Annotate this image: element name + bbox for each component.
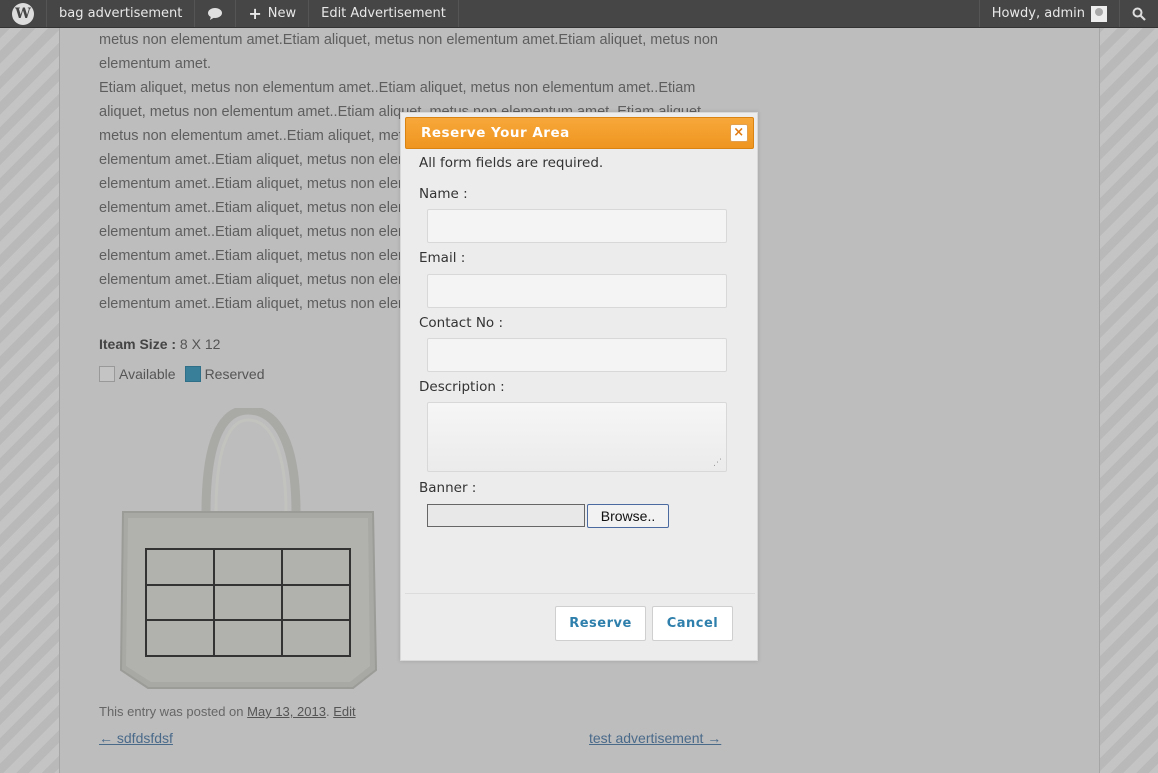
my-account-menu[interactable]: Howdy, admin <box>978 0 1119 27</box>
reserve-area-dialog: Reserve Your Area × All form fields are … <box>400 112 758 661</box>
wp-logo-menu[interactable]: W <box>0 0 47 27</box>
ad-area-cell[interactable] <box>282 584 350 621</box>
dialog-title: Reserve Your Area <box>421 125 570 141</box>
search-icon <box>1132 7 1146 21</box>
new-label: New <box>267 6 297 21</box>
availability-legend: Available Reserved <box>99 366 264 382</box>
dialog-header: Reserve Your Area × <box>405 117 754 149</box>
new-content-menu[interactable]: + New <box>236 0 310 27</box>
close-icon[interactable]: × <box>730 124 748 142</box>
item-size-value: 8 X 12 <box>179 336 221 352</box>
content-line: elementum amet. <box>99 56 212 72</box>
comment-bubble-icon <box>208 7 223 20</box>
dialog-divider <box>405 593 755 594</box>
ad-area-cell[interactable] <box>282 620 350 656</box>
previous-post-link[interactable]: ← sdfdsfdsf <box>99 730 173 746</box>
available-swatch <box>99 366 115 382</box>
available-label: Available <box>119 366 176 382</box>
ad-area-cell[interactable] <box>214 584 282 621</box>
email-label: Email : <box>419 250 466 266</box>
browse-button[interactable]: Browse.. <box>587 504 669 528</box>
name-field[interactable] <box>427 209 727 243</box>
contact-label: Contact No : <box>419 315 504 331</box>
posted-date-link[interactable]: May 13, 2013 <box>247 704 326 719</box>
content-line: metus non elementum amet.Etiam aliquet, … <box>99 32 718 48</box>
plus-icon: + <box>248 4 262 23</box>
ad-area-cell[interactable] <box>146 584 214 621</box>
greeting-text: Howdy, admin <box>991 6 1085 21</box>
ad-area-cell[interactable] <box>214 620 282 656</box>
wordpress-logo-icon: W <box>12 2 34 25</box>
contact-field[interactable] <box>427 338 727 372</box>
site-name-link[interactable]: bag advertisement <box>47 0 196 27</box>
search-button[interactable] <box>1119 0 1158 27</box>
email-field[interactable] <box>427 274 727 308</box>
reserve-button[interactable]: Reserve <box>555 606 646 641</box>
cancel-button[interactable]: Cancel <box>652 606 733 641</box>
content-line: Etiam aliquet, metus non elementum amet.… <box>99 80 696 96</box>
post-meta: This entry was posted on May 13, 2013. E… <box>99 704 356 719</box>
item-size-label: Iteam Size : <box>99 336 177 352</box>
ad-area-cell[interactable] <box>282 549 350 585</box>
banner-label: Banner : <box>419 480 477 496</box>
banner-file-path[interactable] <box>427 504 585 527</box>
required-note: All form fields are required. <box>419 155 604 171</box>
ad-area-grid <box>145 548 351 657</box>
ad-area-cell[interactable] <box>146 549 214 585</box>
description-textarea[interactable]: ⋰ <box>427 402 727 472</box>
edit-advertisement-link[interactable]: Edit Advertisement <box>309 0 459 27</box>
resize-handle-icon[interactable]: ⋰ <box>713 458 722 468</box>
comments-link[interactable] <box>195 0 237 27</box>
admin-bar: W bag advertisement + New Edit Advertise… <box>0 0 1158 28</box>
description-label: Description : <box>419 379 505 395</box>
ad-area-cell[interactable] <box>214 549 282 585</box>
edit-advertisement-label: Edit Advertisement <box>321 6 446 21</box>
site-name-label: bag advertisement <box>59 6 183 21</box>
reserved-swatch <box>184 366 201 382</box>
posted-prefix: This entry was posted on <box>99 704 244 719</box>
avatar <box>1091 5 1107 22</box>
edit-post-link[interactable]: Edit <box>333 704 355 719</box>
ad-area-cell[interactable] <box>146 620 214 656</box>
next-post-link[interactable]: test advertisement → <box>589 730 721 746</box>
posted-separator: . <box>325 704 330 719</box>
name-label: Name : <box>419 186 468 202</box>
item-size: Iteam Size : 8 X 12 <box>99 336 220 352</box>
reserved-label: Reserved <box>204 366 265 382</box>
